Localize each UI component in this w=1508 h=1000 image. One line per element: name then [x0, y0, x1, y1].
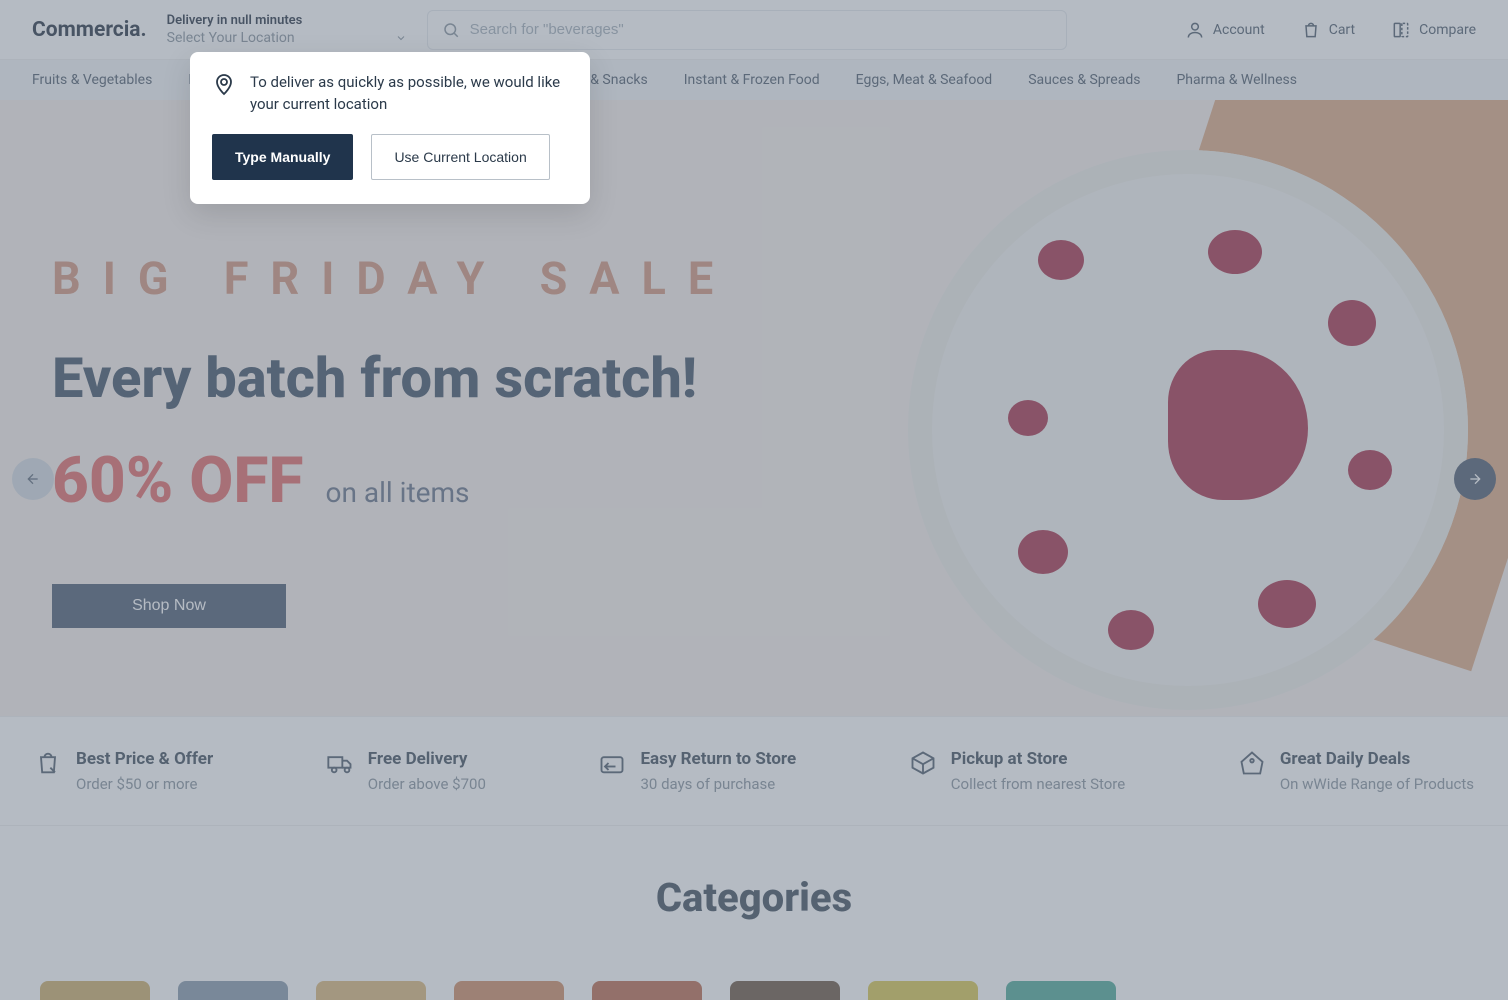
use-current-location-button[interactable]: Use Current Location	[371, 134, 549, 180]
popover-message: To deliver as quickly as possible, we wo…	[250, 72, 568, 116]
location-pin-icon	[212, 72, 236, 96]
type-manually-button[interactable]: Type Manually	[212, 134, 353, 180]
location-popover: To deliver as quickly as possible, we wo…	[190, 52, 590, 204]
